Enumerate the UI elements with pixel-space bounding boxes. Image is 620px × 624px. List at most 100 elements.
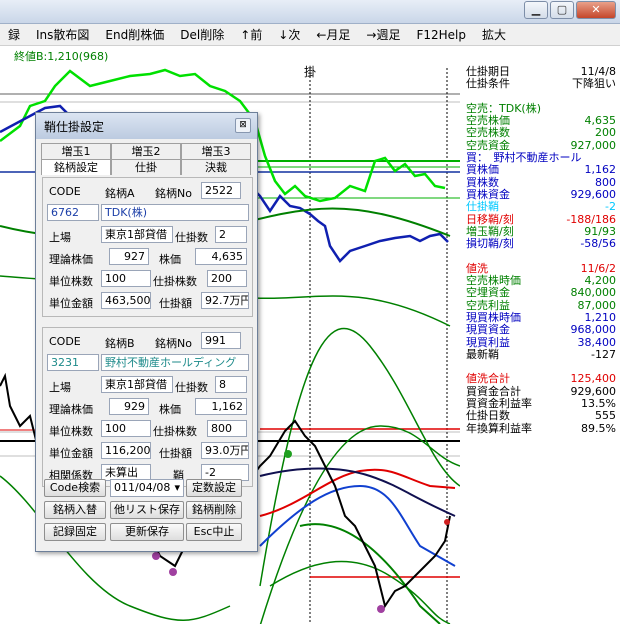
summary-value: -58/56 bbox=[580, 237, 616, 251]
summary-label: 空売利益 bbox=[466, 298, 510, 312]
entry-marker: 掛 bbox=[304, 64, 316, 79]
summary-value: -2 bbox=[605, 200, 616, 214]
summary-label: 仕掛鞘 bbox=[466, 200, 499, 214]
summary-label: 仕掛日数 bbox=[466, 409, 510, 423]
symbol-b-market-field[interactable]: 東京1部貸借 bbox=[101, 376, 173, 393]
window-titlebar: ▁ ▢ ✕ bbox=[0, 0, 620, 24]
summary-row: 損切鞘/刻 -58/56 bbox=[462, 238, 620, 250]
symbol-b-theo-price-field[interactable]: 929 bbox=[109, 398, 149, 415]
summary-row: 買株価 1,162 bbox=[462, 164, 620, 176]
symbol-b-lots-input[interactable]: 8 bbox=[215, 376, 247, 393]
summary-label: 損切鞘/刻 bbox=[466, 237, 514, 251]
menu-item[interactable]: ←月足 bbox=[308, 26, 358, 43]
tab-symbol-settings[interactable]: 銘柄設定 bbox=[41, 159, 111, 175]
date-select-value: 011/04/08 bbox=[114, 481, 171, 494]
symbol-a-price-field[interactable]: 4,635 bbox=[195, 248, 247, 265]
summary-value: 1,162 bbox=[584, 163, 617, 177]
price-label: 株価 bbox=[159, 253, 181, 266]
menu-item[interactable]: Del削除 bbox=[172, 26, 232, 43]
symbol-b-shares-field[interactable]: 800 bbox=[207, 420, 247, 437]
summary-value: 800 bbox=[595, 175, 616, 189]
menu-item[interactable]: End削株価 bbox=[97, 26, 172, 43]
summary-label: 空埋資金 bbox=[466, 286, 510, 300]
unit-amount-label: 単位金額 bbox=[49, 297, 93, 310]
summary-row: 空埋資金 840,000 bbox=[462, 287, 620, 299]
symbol-a-no-input[interactable]: 2522 bbox=[201, 182, 241, 199]
summary-value: 11/6/2 bbox=[580, 261, 616, 275]
close-value-label: 終値B:1,210(968) bbox=[14, 50, 109, 63]
symbol-b-code-input[interactable]: 3231 bbox=[47, 354, 99, 371]
update-save-button[interactable]: 更新保存 bbox=[110, 523, 184, 541]
swap-symbols-button[interactable]: 銘柄入替 bbox=[44, 501, 106, 519]
menu-item[interactable]: 拡大 bbox=[474, 26, 514, 43]
entry-shares-label: 仕掛株数 bbox=[153, 425, 197, 438]
esc-cancel-button[interactable]: Esc中止 bbox=[186, 523, 242, 541]
symbol-a-lots-input[interactable]: 2 bbox=[215, 226, 247, 243]
delete-symbol-button[interactable]: 銘柄削除 bbox=[186, 501, 242, 519]
summary-value: 125,400 bbox=[570, 372, 617, 386]
menu-item[interactable]: ↑前 bbox=[232, 26, 270, 43]
market-label: 上場 bbox=[49, 231, 71, 244]
summary-value: 下降狙い bbox=[572, 77, 616, 91]
code-search-button[interactable]: Code検索 bbox=[44, 479, 106, 497]
symbol-a-amount-field[interactable]: 463,500 bbox=[101, 292, 151, 309]
symbol-b-unit-field[interactable]: 100 bbox=[101, 420, 151, 437]
symbol-a-label: 銘柄A bbox=[105, 187, 135, 200]
symbol-a-unit-field[interactable]: 100 bbox=[101, 270, 151, 287]
dialog-close-icon[interactable]: ⊠ bbox=[235, 118, 251, 133]
tab-entry[interactable]: 仕掛 bbox=[111, 159, 181, 175]
symbol-b-name-input[interactable]: 野村不動産ホールディング bbox=[101, 354, 249, 371]
entry-shares-label: 仕掛株数 bbox=[153, 275, 197, 288]
theoretical-price-label: 理論株価 bbox=[49, 253, 93, 266]
symbol-a-market-field[interactable]: 東京1部貸借 bbox=[101, 226, 173, 243]
entry-amount-label: 仕掛額 bbox=[159, 447, 192, 460]
tab-add-3[interactable]: 増玉3 bbox=[181, 143, 251, 159]
summary-label: 最新鞘 bbox=[466, 347, 499, 361]
symbol-b-no-input[interactable]: 991 bbox=[201, 332, 241, 349]
maximize-button[interactable]: ▢ bbox=[550, 1, 574, 19]
blue-trend bbox=[259, 484, 456, 567]
summary-value: 840,000 bbox=[570, 286, 617, 300]
summary-value: 38,400 bbox=[577, 335, 617, 349]
fix-record-button[interactable]: 記録固定 bbox=[44, 523, 106, 541]
symbol-b-label: 銘柄B bbox=[105, 337, 135, 350]
summary-row: 最新鞘 -127 bbox=[462, 347, 620, 361]
symbol-b-price-field[interactable]: 1,162 bbox=[195, 398, 247, 415]
summary-row: 仕掛日数 555 bbox=[462, 410, 620, 422]
symbol-no-label: 銘柄No bbox=[155, 337, 192, 350]
summary-row bbox=[462, 250, 620, 262]
menu-item[interactable]: Ins散布図 bbox=[28, 26, 97, 43]
tab-add-2[interactable]: 増玉2 bbox=[111, 143, 181, 159]
symbol-b-group: CODE 銘柄B 銘柄No 991 3231 野村不動産ホールディング 上場 東… bbox=[42, 327, 253, 487]
symbol-b-amount-field[interactable]: 116,200 bbox=[101, 442, 151, 459]
symbol-a-name-input[interactable]: TDK(株) bbox=[101, 204, 249, 221]
regular-settings-button[interactable]: 定数設定 bbox=[186, 479, 242, 497]
menu-item[interactable]: 録 bbox=[0, 26, 28, 43]
minimize-button[interactable]: ▁ bbox=[524, 1, 548, 19]
summary-row: 現買利益 38,400 bbox=[462, 335, 620, 349]
menu-item[interactable]: F12Help bbox=[408, 28, 474, 42]
tab-add-1[interactable]: 増玉1 bbox=[41, 143, 111, 159]
summary-value: 929,600 bbox=[570, 384, 617, 398]
menu-item[interactable]: ↓次 bbox=[270, 26, 308, 43]
summary-value: 87,000 bbox=[577, 298, 617, 312]
tab-settlement[interactable]: 決裁 bbox=[181, 159, 251, 175]
symbol-a-code-input[interactable]: 6762 bbox=[47, 204, 99, 221]
date-select[interactable]: 011/04/08 ▾ bbox=[110, 479, 184, 497]
band-low bbox=[299, 523, 441, 624]
summary-row: 仕掛鞘 -2 bbox=[462, 201, 620, 213]
summary-value: 968,000 bbox=[570, 323, 617, 337]
menu-item[interactable]: →週足 bbox=[358, 26, 408, 43]
symbol-a-theo-price-field[interactable]: 927 bbox=[109, 248, 149, 265]
summary-label: 現買資金 bbox=[466, 323, 510, 337]
band-low-2 bbox=[269, 560, 451, 624]
summary-value: -127 bbox=[591, 347, 616, 361]
summary-value: 4,635 bbox=[584, 114, 617, 128]
summary-label: 日移鞘/刻 bbox=[466, 212, 514, 226]
symbol-b-total-field[interactable]: 93.0万円 bbox=[201, 442, 249, 459]
summary-value: 200 bbox=[595, 126, 616, 140]
close-window-button[interactable]: ✕ bbox=[576, 1, 616, 19]
symbol-a-shares-field[interactable]: 200 bbox=[207, 270, 247, 287]
symbol-a-total-field[interactable]: 92.7万円 bbox=[201, 292, 249, 309]
save-other-list-button[interactable]: 他リスト保存 bbox=[110, 501, 184, 519]
